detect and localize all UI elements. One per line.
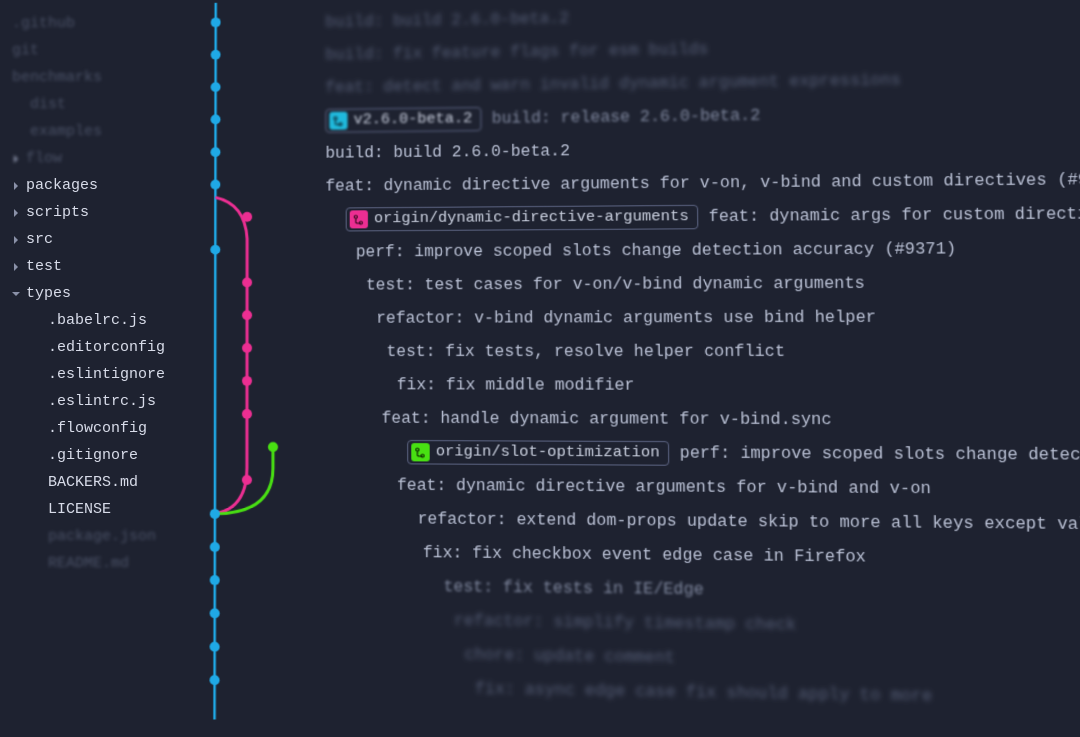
file-item[interactable]: .flowconfig — [12, 415, 185, 442]
chevron-right-icon — [12, 263, 20, 271]
file-label: dist — [30, 96, 66, 113]
commit-list: build: build 2.6.0-beta.2 build: fix feat… — [315, 0, 1080, 717]
file-label: .editorconfig — [48, 339, 165, 356]
chevron-right-icon — [12, 182, 20, 190]
file-label: README.md — [48, 555, 129, 572]
file-label: .babelrc.js — [48, 312, 147, 329]
file-label: benchmarks — [12, 69, 102, 86]
file-label: examples — [30, 123, 102, 140]
file-label: .eslintrc.js — [48, 393, 156, 410]
file-item[interactable]: .eslintrc.js — [12, 388, 185, 415]
folder-item[interactable]: packages — [12, 172, 185, 199]
branch-icon — [411, 443, 429, 461]
commit-message: test: fix tests in IE/Edge — [444, 577, 704, 598]
file-label: test — [26, 258, 62, 275]
file-label: LICENSE — [48, 501, 111, 518]
commit-row[interactable]: test: fix tests, resolve helper conflict — [316, 334, 1080, 369]
file-item[interactable]: .editorconfig — [12, 334, 185, 361]
commit-row[interactable]: test: test cases for v-on/v-bind dynamic… — [315, 265, 1080, 302]
commit-message: build: fix feature flags for esm builds — [325, 40, 708, 64]
chevron-right-icon — [12, 209, 20, 217]
commit-message: feat: dynamic directive arguments for v-… — [325, 170, 1080, 195]
branch-tag-label: origin/dynamic-directive-arguments — [374, 208, 689, 227]
branch-tag-badge[interactable]: v2.6.0-beta.2 — [325, 107, 481, 133]
branch-icon — [350, 210, 368, 228]
commit-row[interactable]: origin/dynamic-directive-arguments feat: … — [315, 196, 1080, 235]
folder-item[interactable]: git — [12, 37, 185, 64]
commit-message: refactor: v-bind dynamic arguments use b… — [376, 308, 876, 327]
commit-message: refactor: extend dom-props update skip t… — [418, 510, 1080, 534]
commit-message: feat: dynamic directive arguments for v-… — [397, 476, 931, 498]
commit-message: perf: improve scoped slots change detect… — [356, 240, 957, 261]
folder-item[interactable]: benchmarks — [12, 64, 185, 91]
file-label: .github — [12, 15, 75, 32]
file-label: git — [12, 42, 39, 59]
branch-tag-badge[interactable]: origin/slot-optimization — [407, 440, 669, 466]
branch-tag-badge[interactable]: origin/dynamic-directive-arguments — [346, 204, 699, 231]
commit-message: feat: detect and warn invalid dynamic ar… — [325, 71, 901, 97]
folder-item[interactable]: scripts — [12, 199, 185, 226]
commit-trailing-text: feat: dynamic args for custom directives — [709, 204, 1080, 225]
folder-item[interactable]: .github — [12, 10, 185, 37]
folder-item[interactable]: src — [12, 226, 185, 253]
commit-row[interactable]: fix: fix middle modifier — [316, 368, 1080, 403]
file-tree-sidebar: .github git benchmarks dist examples flow pack… — [0, 0, 185, 716]
commit-message: build: build 2.6.0-beta.2 — [325, 142, 570, 163]
file-label: types — [26, 285, 71, 302]
folder-item[interactable]: examples — [12, 118, 185, 145]
commit-message: chore: update comment — [464, 645, 675, 667]
file-item[interactable]: LICENSE — [12, 496, 185, 523]
git-graph-panel: build: build 2.6.0-beta.2 build: fix feat… — [184, 0, 1080, 736]
commit-row[interactable]: origin/slot-optimization perf: improve sc… — [316, 435, 1080, 473]
file-label: package.json — [48, 528, 156, 545]
commit-trailing-text: perf: improve scoped slots change detect… — [680, 444, 1080, 465]
branch-tag-label: v2.6.0-beta.2 — [354, 110, 473, 128]
commit-row[interactable]: feat: dynamic directive arguments for v-… — [315, 162, 1080, 203]
file-label: flow — [26, 150, 62, 167]
chevron-right-icon — [12, 236, 20, 244]
commit-message: test: fix tests, resolve helper conflict — [386, 342, 785, 361]
commit-message: refactor: simplify timestamp check — [454, 611, 796, 634]
file-label: .flowconfig — [48, 420, 147, 437]
commit-graph-lines — [184, 1, 306, 721]
file-item[interactable]: BACKERS.md — [12, 469, 185, 496]
folder-item[interactable]: flow — [12, 145, 185, 172]
file-item[interactable]: README.md — [12, 550, 185, 577]
file-label: packages — [26, 177, 98, 194]
file-item[interactable]: .babelrc.js — [12, 307, 185, 334]
file-label: src — [26, 231, 53, 248]
branch-tag-label: origin/slot-optimization — [436, 443, 660, 461]
commit-message: fix: fix middle modifier — [397, 376, 635, 395]
commit-message: fix: async edge case fix should apply to… — [475, 679, 932, 705]
chevron-right-icon — [12, 155, 20, 163]
file-item[interactable]: package.json — [12, 523, 185, 550]
file-label: .eslintignore — [48, 366, 165, 383]
commit-row[interactable]: refactor: v-bind dynamic arguments use b… — [315, 299, 1080, 334]
file-item[interactable]: .gitignore — [12, 442, 185, 469]
commit-message: fix: fix checkbox event edge case in Fir… — [423, 543, 866, 566]
chevron-down-icon — [12, 290, 20, 298]
commit-row[interactable]: perf: improve scoped slots change detect… — [315, 231, 1080, 269]
folder-item[interactable]: dist — [12, 91, 185, 118]
file-label: BACKERS.md — [48, 474, 138, 491]
commit-trailing-text: build: release 2.6.0-beta.2 — [492, 106, 761, 127]
commit-message: build: build 2.6.0-beta.2 — [325, 9, 569, 31]
commit-row[interactable]: feat: handle dynamic argument for v-bind… — [316, 401, 1080, 437]
commit-message: feat: handle dynamic argument for v-bind… — [382, 409, 832, 429]
folder-item[interactable]: test — [12, 253, 185, 280]
file-label: scripts — [26, 204, 89, 221]
folder-item[interactable]: types — [12, 280, 185, 307]
file-item[interactable]: .eslintignore — [12, 361, 185, 388]
branch-icon — [329, 111, 347, 129]
commit-message: test: test cases for v-on/v-bind dynamic… — [366, 274, 865, 294]
file-label: .gitignore — [48, 447, 138, 464]
